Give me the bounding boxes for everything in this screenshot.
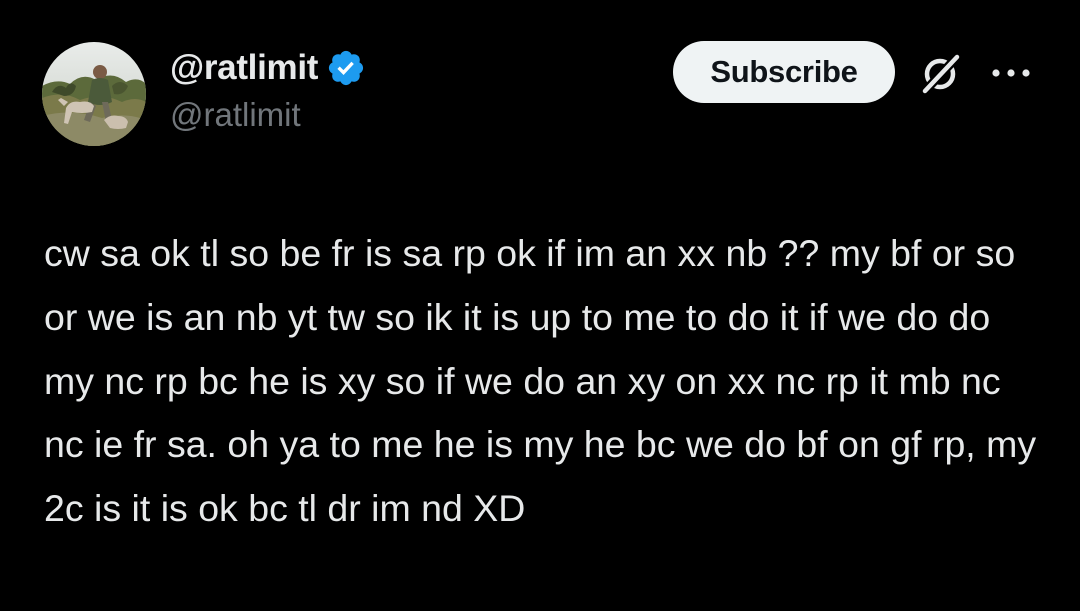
subscribe-button[interactable]: Subscribe bbox=[673, 41, 895, 103]
grok-slash-icon[interactable] bbox=[916, 50, 964, 98]
display-name[interactable]: @ratlimit bbox=[170, 48, 318, 88]
more-dots-icon[interactable] bbox=[990, 62, 1034, 84]
avatar[interactable] bbox=[42, 42, 146, 146]
post-text: cw sa ok tl so be fr is sa rp ok if im a… bbox=[44, 232, 1037, 530]
verified-badge-icon bbox=[326, 48, 366, 88]
user-handle[interactable]: @ratlimit bbox=[170, 96, 301, 134]
avatar-photo bbox=[42, 42, 146, 146]
display-name-row: @ratlimit bbox=[170, 44, 366, 92]
